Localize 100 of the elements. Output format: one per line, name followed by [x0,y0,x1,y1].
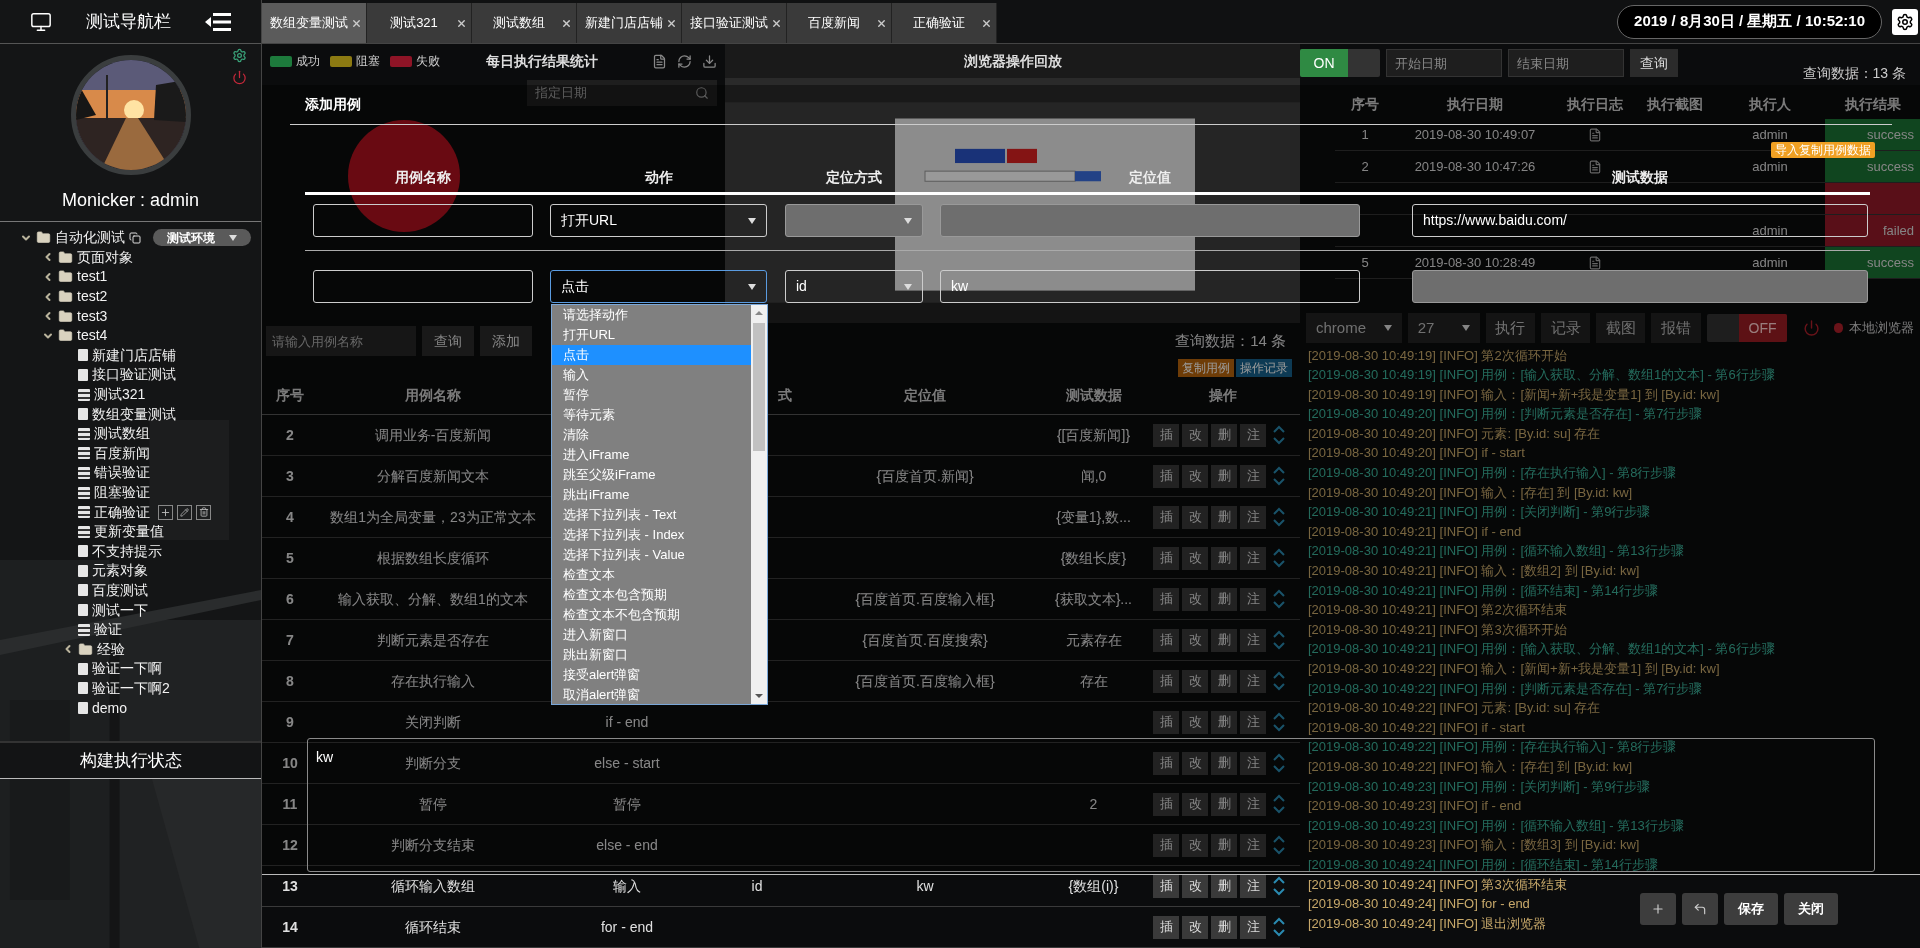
row-action-button[interactable]: 删 [1211,546,1237,570]
dropdown-option[interactable]: 接受alert弹窗 [552,665,751,685]
count-select[interactable]: 27 [1407,313,1480,343]
date-field[interactable]: 开始日期 [1386,49,1502,77]
toolbar-button[interactable]: 查询 [422,326,474,356]
dropdown-option[interactable]: 跳至父级iFrame [552,465,751,485]
row-action-button[interactable]: 注 [1240,669,1266,693]
toolbar-button[interactable]: 截图 [1596,313,1646,343]
row-action-button[interactable]: 删 [1211,833,1237,857]
dropdown-option[interactable]: 清除 [552,425,751,445]
row-action-button[interactable]: 改 [1182,874,1208,898]
browser-select[interactable]: chrome [1306,313,1402,343]
tag[interactable]: 复制用例 [1178,359,1234,377]
row-action-button[interactable]: 插 [1153,505,1179,529]
input-field[interactable] [313,270,533,303]
row-action-button[interactable]: 注 [1240,874,1266,898]
row-action-button[interactable]: 改 [1182,464,1208,488]
row-action-button[interactable]: 注 [1240,915,1266,939]
close-icon[interactable] [456,17,467,29]
dialog-button[interactable]: 保存 [1724,893,1778,925]
row-action-button[interactable]: 改 [1182,505,1208,529]
row-action-button[interactable]: 删 [1211,874,1237,898]
date-field[interactable]: 指定日期 [527,80,717,106]
row-action-button[interactable]: 插 [1153,915,1179,939]
row-action-button[interactable]: 注 [1240,546,1266,570]
sort-icon[interactable] [1273,875,1285,897]
close-icon[interactable] [981,17,992,29]
dropdown-field[interactable]: id [785,270,923,303]
dropdown-option[interactable]: 进入iFrame [552,445,751,465]
row-action-button[interactable]: 插 [1153,710,1179,734]
dropdown-option[interactable]: 检查文本包含预期 [552,585,751,605]
row-action-button[interactable]: 改 [1182,628,1208,652]
close-icon[interactable] [666,17,677,29]
close-icon[interactable] [351,17,362,29]
dropdown-option[interactable]: 跳出新窗口 [552,645,751,665]
row-action-button[interactable]: 插 [1153,792,1179,816]
tab[interactable]: 测试321 [367,3,472,43]
row-action-button[interactable]: 改 [1182,792,1208,816]
search-field[interactable]: 请输入用例名称 [266,326,416,356]
dropdown-option[interactable]: 暂停 [552,385,751,405]
dropdown-option[interactable]: 跳出iFrame [552,485,751,505]
row-action-button[interactable]: 改 [1182,751,1208,775]
dropdown-option[interactable]: 检查文本 [552,565,751,585]
dropdown-option[interactable]: 选择下拉列表 - Value [552,545,751,565]
dropdown-option[interactable]: 检查文本不包含预期 [552,605,751,625]
row-action-button[interactable]: 改 [1182,423,1208,447]
row-action-button[interactable]: 注 [1240,505,1266,529]
toolbar-button[interactable]: 报错 [1651,313,1701,343]
query-button[interactable]: 查询 [1630,49,1678,77]
row-action-button[interactable]: 删 [1211,710,1237,734]
toolbar-button[interactable]: 记录 [1540,313,1591,343]
settings-button[interactable] [1892,8,1918,35]
row-action-button[interactable]: 注 [1240,423,1266,447]
tab[interactable]: 数组变量测试 [262,3,367,43]
row-action-button[interactable]: 删 [1211,669,1237,693]
row-action-button[interactable]: 注 [1240,587,1266,611]
row-action-button[interactable]: 删 [1211,423,1237,447]
dropdown-option[interactable]: 打开URL [552,325,751,345]
dialog-button[interactable]: 关闭 [1784,893,1838,925]
row-action-button[interactable]: 插 [1153,874,1179,898]
row-action-button[interactable]: 插 [1153,751,1179,775]
close-icon[interactable] [561,17,572,29]
row-action-button[interactable]: 改 [1182,669,1208,693]
dropdown-option[interactable]: 请选择动作 [552,305,751,325]
back-button[interactable] [1682,893,1718,925]
toolbar-button[interactable]: 执行 [1485,313,1535,343]
tab[interactable]: 测试数组 [472,3,577,43]
row-action-button[interactable]: 插 [1153,587,1179,611]
close-icon[interactable] [771,17,782,29]
dropdown-option[interactable]: 取消alert弹窗 [552,685,751,705]
row-action-button[interactable]: 注 [1240,710,1266,734]
row-action-button[interactable]: 改 [1182,833,1208,857]
row-action-button[interactable]: 插 [1153,669,1179,693]
row-action-button[interactable]: 改 [1182,546,1208,570]
dropdown-option[interactable]: 输入 [552,365,751,385]
tab[interactable]: 接口验证测试 [682,3,787,43]
dropdown-option[interactable]: 点击 [552,345,751,365]
refresh-icon[interactable] [677,53,692,69]
row-action-button[interactable]: 插 [1153,833,1179,857]
row-action-button[interactable]: 删 [1211,792,1237,816]
dropdown-option[interactable]: 选择下拉列表 - Text [552,505,751,525]
close-icon[interactable] [876,17,887,29]
row-action-button[interactable]: 注 [1240,792,1266,816]
row-action-button[interactable]: 删 [1211,464,1237,488]
row-action-button[interactable]: 删 [1211,505,1237,529]
tag[interactable]: 操作记录 [1236,359,1292,377]
row-action-button[interactable]: 删 [1211,587,1237,611]
log-icon[interactable] [1588,255,1602,270]
input-field[interactable] [313,204,533,237]
log-icon[interactable] [1588,159,1602,174]
row-action-button[interactable]: 注 [1240,464,1266,488]
tab[interactable]: 正确验证 [892,3,997,43]
input-field[interactable]: kw [940,270,1360,303]
row-action-button[interactable]: 改 [1182,915,1208,939]
date-field[interactable]: 结束日期 [1508,49,1624,77]
sort-icon[interactable] [1273,916,1285,938]
row-action-button[interactable]: 删 [1211,751,1237,775]
row-action-button[interactable]: 插 [1153,423,1179,447]
dropdown-option[interactable]: 等待元素 [552,405,751,425]
dropdown-option[interactable]: 选择下拉列表 - Index [552,525,751,545]
